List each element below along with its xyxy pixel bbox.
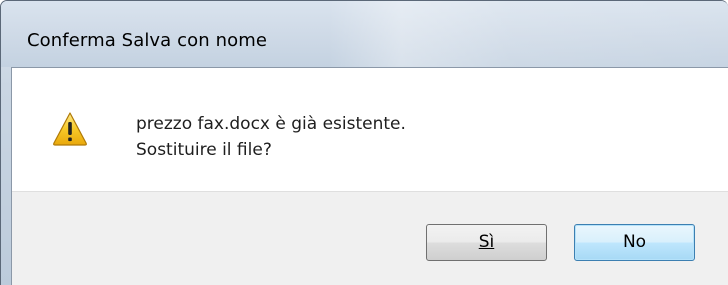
- title-bar[interactable]: Conferma Salva con nome: [1, 1, 728, 67]
- no-button[interactable]: No: [574, 224, 695, 261]
- yes-button[interactable]: Sì: [426, 224, 547, 261]
- warning-icon: [53, 112, 87, 146]
- message-line-2: Sostituire il file?: [136, 140, 272, 160]
- yes-button-label: Sì: [478, 232, 495, 252]
- dialog-title: Conferma Salva con nome: [27, 30, 267, 51]
- message-text: prezzo fax.docx è già esistente. Sostitu…: [136, 111, 406, 163]
- message-area: prezzo fax.docx è già esistente. Sostitu…: [12, 68, 728, 191]
- dialog-window: Conferma Salva con nome prezzo fax.docx …: [0, 0, 728, 285]
- button-bar: Sì No: [12, 191, 728, 285]
- dialog-body: prezzo fax.docx è già esistente. Sostitu…: [11, 67, 728, 285]
- no-button-label: No: [622, 232, 647, 252]
- message-line-1: prezzo fax.docx è già esistente.: [136, 114, 406, 134]
